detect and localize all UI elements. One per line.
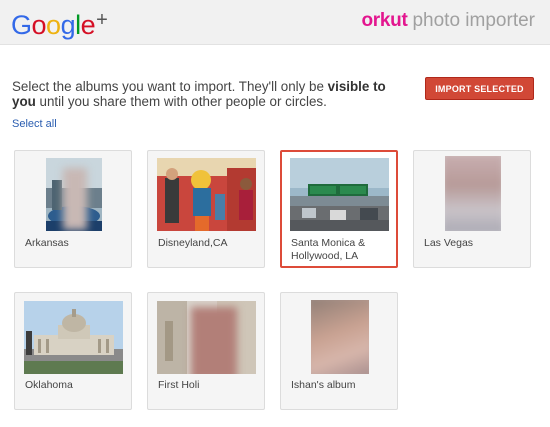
intro-text: Select the albums you want to import. Th…	[12, 79, 412, 109]
album-label: Ishan's album	[291, 379, 356, 391]
intro-text-part: Select the albums you want to import. Th…	[12, 79, 328, 94]
app-brand: orkut photo importer	[361, 10, 535, 32]
album-card-las-vegas[interactable]: Las Vegas	[413, 150, 531, 268]
blurred-face	[63, 168, 87, 230]
album-thumbnail	[311, 300, 369, 374]
album-thumbnail	[46, 158, 102, 231]
logo-letter: o	[46, 10, 61, 40]
album-label: Las Vegas	[424, 237, 474, 249]
blurred-face	[311, 300, 369, 374]
album-thumbnail	[290, 158, 389, 231]
album-thumbnail	[157, 301, 256, 374]
album-thumbnail	[24, 301, 123, 374]
santa-monica-photo	[290, 158, 389, 231]
album-card-ishans-album[interactable]: Ishan's album	[280, 292, 398, 410]
album-card-disneyland[interactable]: Disneyland,CA	[147, 150, 265, 268]
album-label: Disneyland,CA	[158, 237, 228, 249]
google-plus-logo[interactable]: Google+	[11, 5, 108, 40]
album-label: First Holi	[158, 379, 200, 391]
app-header: Google+ orkut photo importer	[0, 0, 550, 45]
album-label: Arkansas	[25, 237, 69, 249]
album-label: Oklahoma	[25, 379, 73, 391]
album-thumbnail	[445, 156, 501, 231]
album-card-santa-monica[interactable]: Santa Monica & Hollywood, LA	[280, 150, 398, 268]
album-card-arkansas[interactable]: Arkansas	[14, 150, 132, 268]
album-label: Santa Monica & Hollywood, LA	[291, 237, 366, 262]
blurred-face	[191, 307, 237, 374]
orkut-logo: orkut	[361, 10, 408, 31]
logo-letter: e	[80, 10, 96, 40]
oklahoma-photo	[24, 301, 123, 374]
import-selected-button[interactable]: IMPORT SELECTED	[425, 77, 534, 100]
disneyland-photo	[157, 158, 256, 231]
logo-letter: o	[31, 10, 47, 40]
plus-sign: +	[96, 9, 108, 31]
album-card-oklahoma[interactable]: Oklahoma	[14, 292, 132, 410]
logo-letter: g	[60, 10, 76, 40]
logo-letter: G	[11, 10, 32, 40]
album-thumbnail	[157, 158, 256, 231]
product-name: photo importer	[412, 10, 535, 31]
select-all-link[interactable]: Select all	[12, 118, 57, 130]
album-card-first-holi[interactable]: First Holi	[147, 292, 265, 410]
intro-text-part: until you share them with other people o…	[35, 94, 327, 109]
blurred-photo	[445, 156, 501, 231]
